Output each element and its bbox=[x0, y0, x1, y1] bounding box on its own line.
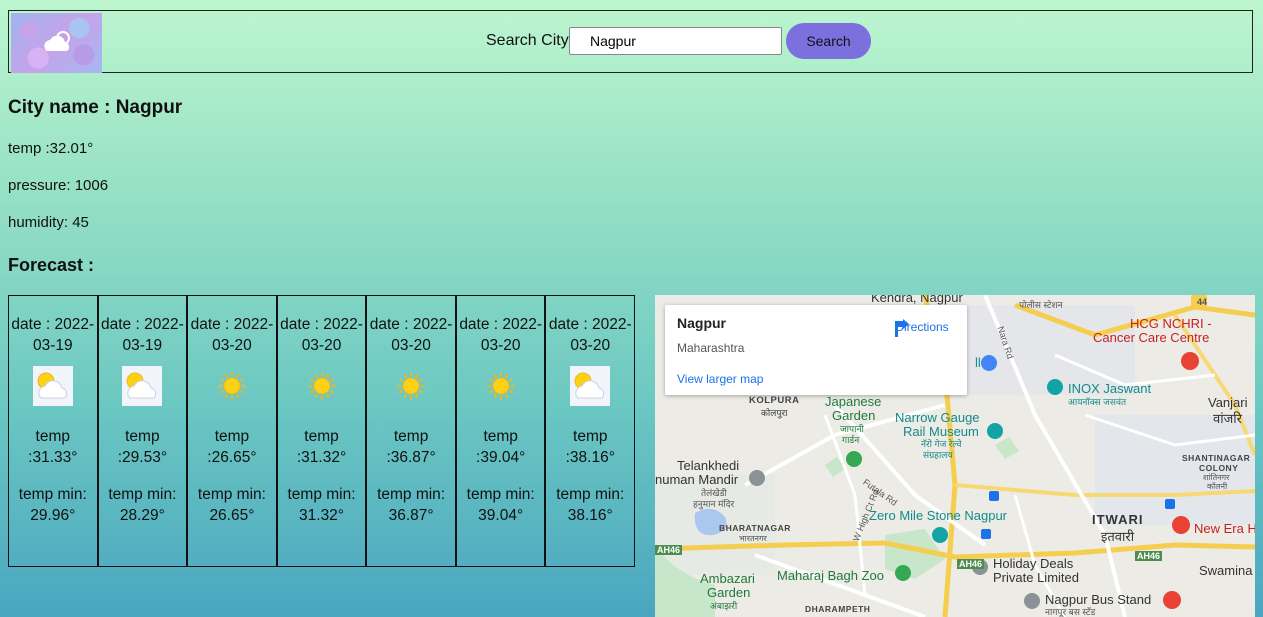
forecast-date: date : 2022-03-19 bbox=[101, 316, 184, 354]
map-label: अंबाझरी bbox=[710, 601, 738, 611]
map-label: ITWARI bbox=[1092, 512, 1144, 527]
forecast-card: date : 2022-03-20 temp :39.04° temp min: 3… bbox=[455, 295, 546, 567]
forecast-card: date : 2022-03-20 temp :31.32° temp min: 3… bbox=[276, 295, 367, 567]
forecast-card: date : 2022-03-19 temp :31.33° temp min: 2… bbox=[8, 295, 98, 567]
map-label: वांजरि bbox=[1213, 411, 1242, 426]
forecast-title: Forecast : bbox=[8, 255, 95, 275]
map-place-region: Maharashtra bbox=[677, 341, 745, 355]
map-label: Zero Mile Stone Nagpur bbox=[869, 508, 1008, 523]
map-label: संग्रहालय bbox=[923, 450, 953, 460]
sun-icon bbox=[188, 366, 276, 406]
forecast-date: date : 2022-03-20 bbox=[369, 316, 453, 354]
map-label: Kendra, Nagpur bbox=[871, 295, 963, 305]
forecast-temp-min: temp min: 26.65° bbox=[197, 486, 266, 524]
forecast-temp: temp :26.65° bbox=[207, 428, 257, 466]
forecast-card: date : 2022-03-20 temp :36.87° temp min: 3… bbox=[366, 295, 456, 567]
sun-behind-cloud-icon bbox=[9, 366, 97, 406]
current-humidity: humidity: 45 bbox=[8, 214, 89, 231]
directions-icon bbox=[895, 319, 909, 337]
current-temp: temp :32.01° bbox=[8, 140, 94, 157]
map-label: Ambazari bbox=[700, 571, 755, 586]
map-label: DHARAMPETH bbox=[805, 604, 871, 614]
forecast-date: date : 2022-03-20 bbox=[548, 316, 632, 354]
view-larger-map-link[interactable]: View larger map bbox=[677, 372, 763, 386]
map-label: HCG NCHRI - bbox=[1130, 316, 1212, 331]
sun-behind-cloud-icon bbox=[546, 366, 634, 406]
forecast-temp-min: temp min: 31.32° bbox=[287, 486, 356, 524]
map-info-card: Nagpur Maharashtra View larger map Direc… bbox=[665, 305, 967, 395]
map-label: INOX Jaswant bbox=[1068, 381, 1152, 396]
forecast-temp: temp :31.32° bbox=[296, 428, 347, 466]
current-pressure: pressure: 1006 bbox=[8, 177, 109, 194]
map-label: Garden bbox=[832, 408, 876, 423]
search-button[interactable]: Search bbox=[786, 23, 871, 59]
map-label: कॉलनी bbox=[1207, 482, 1228, 491]
map-label: Holiday Deals bbox=[993, 556, 1074, 571]
forecast-temp-min: temp min: 36.87° bbox=[377, 486, 446, 524]
weather-logo bbox=[11, 13, 102, 73]
forecast-date: date : 2022-03-20 bbox=[459, 316, 543, 354]
map-label: गार्डन bbox=[842, 435, 860, 445]
city-name: City name : Nagpur bbox=[8, 97, 183, 118]
map-label: numan Mandir bbox=[655, 472, 739, 487]
sun-behind-cloud-icon bbox=[99, 366, 187, 406]
map-label: AH46 bbox=[655, 545, 683, 555]
forecast-temp: temp :38.16° bbox=[565, 428, 615, 466]
map-label: कोलपुरा bbox=[761, 408, 788, 418]
map-label: 44 bbox=[1197, 297, 1208, 307]
directions-button[interactable]: Directions bbox=[891, 317, 953, 337]
cloud-icon bbox=[44, 31, 70, 51]
sun-icon bbox=[278, 366, 366, 406]
header-bar: Search City Search bbox=[8, 10, 1253, 73]
map-label: Cancer Care Centre bbox=[1093, 330, 1210, 345]
forecast-card: date : 2022-03-20 temp :38.16° temp min: 3… bbox=[545, 295, 636, 567]
forecast-temp: temp :36.87° bbox=[386, 428, 436, 466]
map-label: पोलीस स्टेशन bbox=[1019, 300, 1063, 310]
forecast-temp-min: temp min: 29.96° bbox=[18, 486, 87, 524]
map-label: Maharaj Bagh Zoo bbox=[777, 568, 884, 583]
forecast-card: date : 2022-03-20 temp :26.65° temp min: 2… bbox=[187, 295, 277, 567]
map-label: BHARATNAGAR bbox=[719, 523, 791, 533]
map-label: इतवारी bbox=[1101, 529, 1135, 544]
map-label: Swamina bbox=[1199, 563, 1253, 578]
map-label: SHANTINAGAR bbox=[1182, 453, 1251, 463]
forecast-temp-min: temp min: 28.29° bbox=[108, 486, 177, 524]
map-label: आयनॉक्स जसवंत bbox=[1068, 397, 1127, 407]
forecast-date: date : 2022-03-20 bbox=[190, 316, 274, 354]
map-label: नागपूर बस स्टॅंड bbox=[1045, 607, 1096, 617]
map-label: Japanese bbox=[825, 394, 882, 409]
map-label: New Era H bbox=[1194, 521, 1255, 536]
map-label: Private Limited bbox=[993, 570, 1079, 585]
forecast-temp: temp :31.33° bbox=[28, 428, 78, 466]
map-label: AH46 bbox=[957, 559, 985, 569]
map-label: Garden bbox=[707, 585, 751, 600]
map-label: Narrow Gauge bbox=[895, 410, 980, 425]
forecast-cards: date : 2022-03-19 temp :31.33° temp min: 2… bbox=[8, 295, 636, 567]
forecast-temp-min: temp min: 38.16° bbox=[556, 486, 625, 524]
map-label: भारतनगर bbox=[739, 534, 767, 543]
forecast-date: date : 2022-03-19 bbox=[11, 316, 95, 354]
map-label: Telankhedi bbox=[677, 458, 740, 473]
forecast-card: date : 2022-03-19 temp :29.53° temp min: 2… bbox=[97, 295, 188, 567]
map-place-title: Nagpur bbox=[677, 315, 726, 331]
forecast-date: date : 2022-03-20 bbox=[280, 316, 363, 354]
map-label: ll bbox=[975, 355, 981, 370]
forecast-temp-min: temp min: 39.04° bbox=[466, 486, 535, 524]
map-label: KOLPURA bbox=[749, 395, 800, 406]
forecast-temp: temp :29.53° bbox=[117, 428, 168, 466]
search-label: Search City bbox=[486, 32, 569, 49]
sun-icon bbox=[367, 366, 455, 406]
search-input[interactable] bbox=[569, 27, 782, 55]
forecast-temp: temp :39.04° bbox=[476, 428, 526, 466]
map-label: Vanjari bbox=[1208, 395, 1248, 410]
google-map[interactable]: Nagpur Maharashtra View larger map Direc… bbox=[655, 295, 1255, 617]
sun-icon bbox=[457, 366, 545, 406]
map-label: हनुमान मंदिर bbox=[693, 499, 735, 509]
map-label: AH46 bbox=[1135, 551, 1163, 561]
